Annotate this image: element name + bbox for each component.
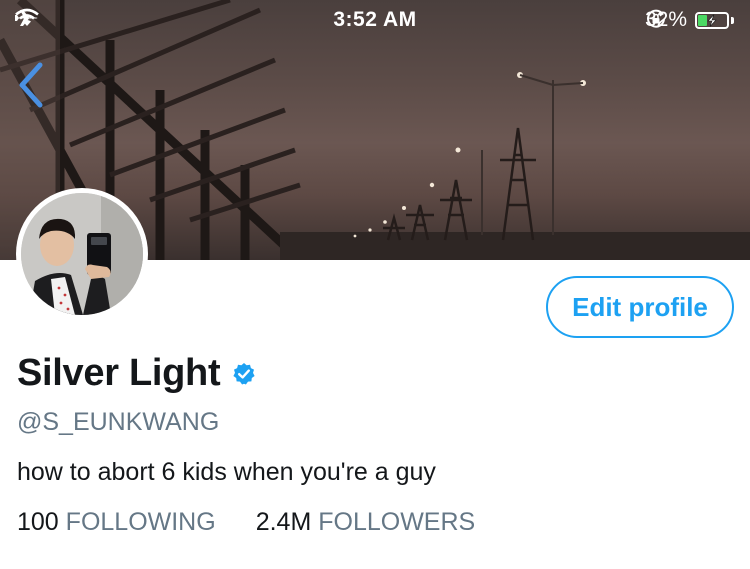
following-stat-link[interactable]: 100 FOLLOWING bbox=[17, 508, 216, 537]
profile-handle: @S_EUNKWANG bbox=[17, 408, 220, 436]
status-right-icons: 32% bbox=[645, 8, 734, 32]
chevron-left-icon bbox=[19, 62, 43, 108]
display-name: Silver Light bbox=[17, 352, 221, 394]
charging-bolt-icon bbox=[707, 13, 717, 27]
verified-badge-icon bbox=[233, 362, 255, 384]
edit-profile-button[interactable]: Edit profile bbox=[546, 276, 734, 338]
following-label: FOLLOWING bbox=[65, 508, 216, 536]
profile-bio: how to abort 6 kids when you're a guy bbox=[17, 458, 436, 486]
back-button[interactable] bbox=[14, 60, 48, 110]
profile-avatar[interactable] bbox=[16, 188, 148, 320]
status-bar: 3:52 AM 32% bbox=[0, 0, 750, 40]
profile-stats: 100 FOLLOWING 2.4M FOLLOWERS bbox=[17, 508, 475, 537]
followers-count: 2.4M bbox=[255, 508, 312, 536]
following-count: 100 bbox=[17, 508, 59, 536]
status-time: 3:52 AM bbox=[333, 8, 417, 31]
followers-stat-link[interactable]: 2.4M FOLLOWERS bbox=[256, 508, 476, 537]
battery-nub bbox=[731, 16, 734, 24]
display-name-row: Silver Light bbox=[17, 352, 256, 395]
followers-label: FOLLOWERS bbox=[318, 508, 476, 536]
rotation-lock-icon bbox=[646, 9, 665, 28]
avatar-photo bbox=[21, 193, 143, 315]
avatar-portrait bbox=[21, 193, 143, 315]
battery-charging-icon bbox=[695, 11, 729, 29]
